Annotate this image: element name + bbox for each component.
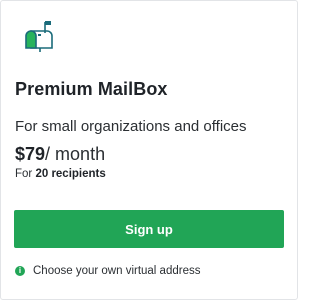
mailbox-icon bbox=[22, 18, 58, 54]
plan-title: Premium MailBox bbox=[15, 79, 168, 99]
plan-recipients: For 20 recipients bbox=[15, 168, 106, 180]
feature-item: i Choose your own virtual address bbox=[15, 265, 200, 277]
recipients-prefix: For bbox=[15, 168, 33, 180]
recipients-count: 20 recipients bbox=[35, 168, 106, 180]
plan-price: $79/ month bbox=[15, 144, 105, 165]
price-period: / month bbox=[45, 144, 106, 164]
price-amount: $79 bbox=[15, 144, 46, 164]
feature-text: Choose your own virtual address bbox=[33, 265, 201, 277]
info-icon: i bbox=[15, 266, 25, 276]
plan-audience: For small organizations and offices bbox=[15, 118, 247, 135]
plan-card: Premium MailBox For small organizations … bbox=[0, 0, 298, 300]
sign-up-button[interactable]: Sign up bbox=[14, 210, 284, 248]
